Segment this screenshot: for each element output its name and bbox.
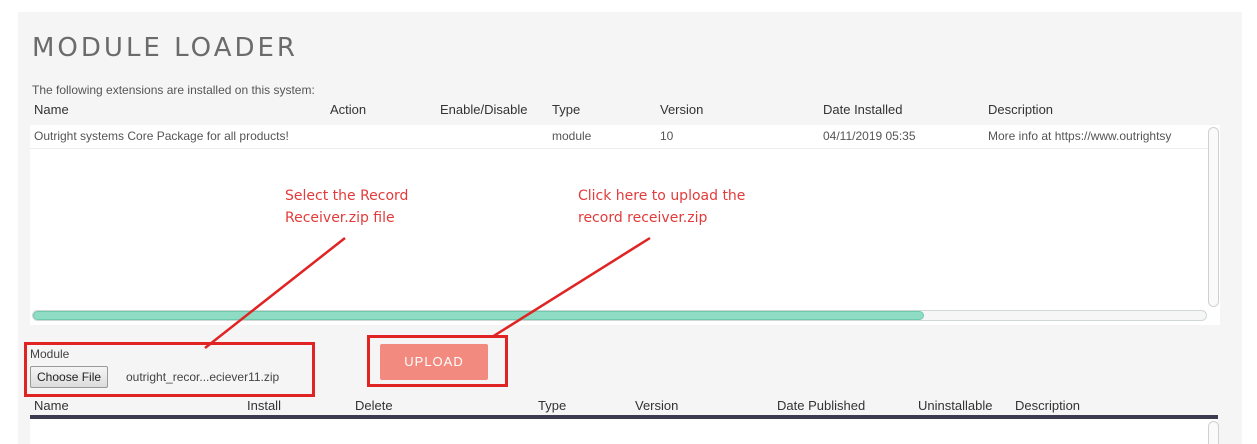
header2-install[interactable]: Install	[247, 398, 281, 413]
header2-version[interactable]: Version	[635, 398, 678, 413]
upload-arrow-line	[491, 236, 651, 339]
header2-type[interactable]: Type	[538, 398, 566, 413]
header2-delete[interactable]: Delete	[355, 398, 393, 413]
header2-date-published[interactable]: Date Published	[777, 398, 865, 413]
header2-uninstallable[interactable]: Uninstallable	[918, 398, 992, 413]
select-arrow-line	[204, 237, 346, 349]
annotation-arrows	[204, 236, 651, 349]
packages-vertical-scrollbar[interactable]	[1208, 421, 1219, 444]
header2-name[interactable]: Name	[34, 398, 69, 413]
packages-table	[30, 419, 1218, 444]
header2-description[interactable]: Description	[1015, 398, 1080, 413]
